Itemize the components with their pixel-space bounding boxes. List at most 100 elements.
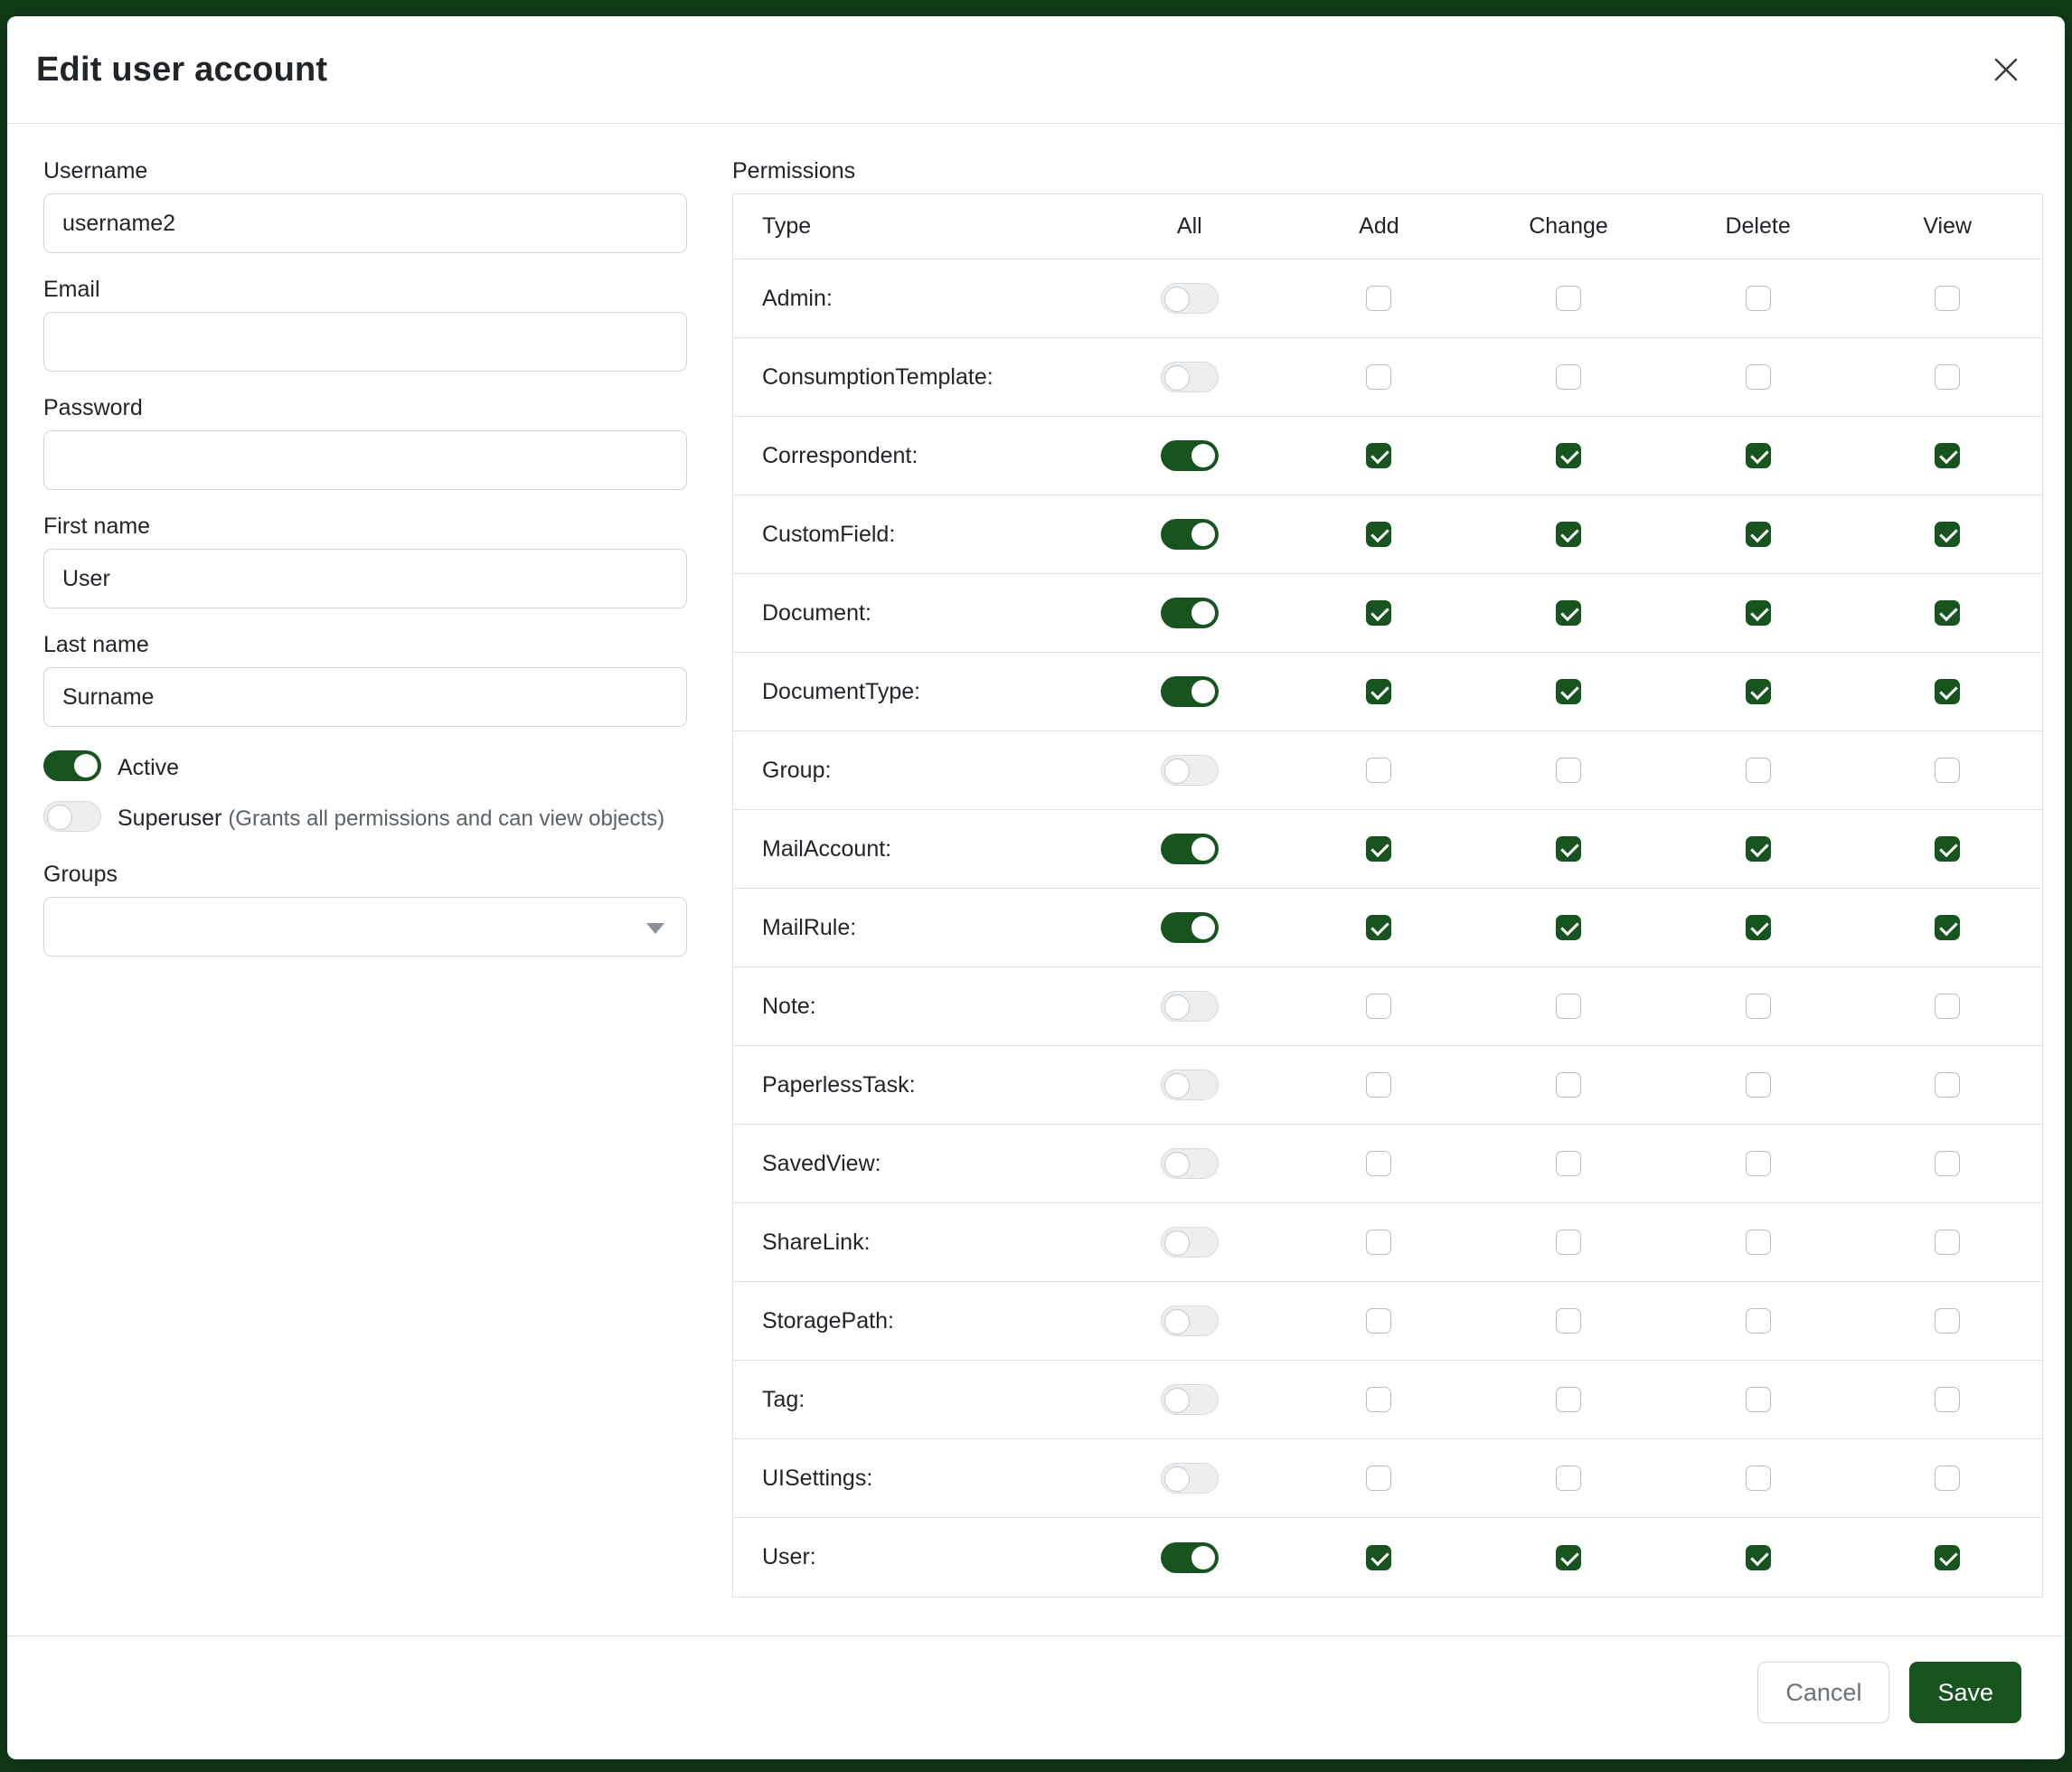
permission-view-checkbox[interactable] <box>1935 364 1960 390</box>
permission-delete-checkbox[interactable] <box>1746 522 1771 547</box>
permission-delete-checkbox[interactable] <box>1746 915 1771 940</box>
cancel-button[interactable]: Cancel <box>1757 1662 1889 1723</box>
permission-change-checkbox[interactable] <box>1556 364 1581 390</box>
email-group: Email <box>43 277 687 372</box>
permission-view-checkbox[interactable] <box>1935 1387 1960 1412</box>
dialog-title: Edit user account <box>36 51 327 90</box>
permission-view-checkbox[interactable] <box>1935 1230 1960 1255</box>
permission-add-checkbox[interactable] <box>1366 1545 1391 1570</box>
superuser-toggle[interactable] <box>43 801 101 832</box>
permission-delete-checkbox[interactable] <box>1746 1151 1771 1176</box>
permission-all-toggle[interactable] <box>1161 440 1219 471</box>
first-name-input[interactable] <box>43 549 687 608</box>
permission-all-toggle[interactable] <box>1161 1542 1219 1573</box>
permission-change-checkbox[interactable] <box>1556 1072 1581 1098</box>
permission-add-checkbox[interactable] <box>1366 1387 1391 1412</box>
permission-all-toggle[interactable] <box>1161 1384 1219 1415</box>
username-input[interactable] <box>43 193 687 253</box>
permission-delete-checkbox[interactable] <box>1746 364 1771 390</box>
permission-all-toggle[interactable] <box>1161 1227 1219 1258</box>
permission-all-toggle[interactable] <box>1161 912 1219 943</box>
permission-view-checkbox[interactable] <box>1935 1545 1960 1570</box>
permission-all-toggle[interactable] <box>1161 1148 1219 1179</box>
permission-add-checkbox[interactable] <box>1366 443 1391 468</box>
permission-delete-checkbox[interactable] <box>1746 836 1771 862</box>
permission-add-checkbox[interactable] <box>1366 600 1391 626</box>
permission-view-checkbox[interactable] <box>1935 994 1960 1019</box>
permission-view-checkbox[interactable] <box>1935 1151 1960 1176</box>
permission-all-toggle[interactable] <box>1161 283 1219 314</box>
permission-all-toggle[interactable] <box>1161 834 1219 864</box>
permission-add-checkbox[interactable] <box>1366 522 1391 547</box>
permission-add-checkbox[interactable] <box>1366 286 1391 311</box>
permission-add-checkbox[interactable] <box>1366 364 1391 390</box>
permission-delete-checkbox[interactable] <box>1746 758 1771 783</box>
permission-add-checkbox[interactable] <box>1366 1151 1391 1176</box>
save-button[interactable]: Save <box>1909 1662 2021 1723</box>
permission-view-checkbox[interactable] <box>1935 679 1960 704</box>
permission-all-toggle[interactable] <box>1161 519 1219 550</box>
permission-delete-checkbox[interactable] <box>1746 443 1771 468</box>
permission-add-checkbox[interactable] <box>1366 679 1391 704</box>
permission-view-checkbox[interactable] <box>1935 443 1960 468</box>
permission-add-checkbox[interactable] <box>1366 758 1391 783</box>
permission-all-toggle[interactable] <box>1161 1070 1219 1100</box>
permission-view-checkbox[interactable] <box>1935 1072 1960 1098</box>
permission-all-toggle[interactable] <box>1161 1305 1219 1336</box>
permission-view-checkbox[interactable] <box>1935 1308 1960 1334</box>
username-label: Username <box>43 158 687 184</box>
permission-change-checkbox[interactable] <box>1556 286 1581 311</box>
permission-change-checkbox[interactable] <box>1556 1151 1581 1176</box>
groups-select[interactable] <box>43 897 687 957</box>
permission-view-checkbox[interactable] <box>1935 286 1960 311</box>
permission-delete-checkbox[interactable] <box>1746 994 1771 1019</box>
permission-change-checkbox[interactable] <box>1556 1230 1581 1255</box>
permission-view-checkbox[interactable] <box>1935 522 1960 547</box>
permission-all-toggle[interactable] <box>1161 1463 1219 1494</box>
permission-change-checkbox[interactable] <box>1556 1387 1581 1412</box>
permission-add-checkbox[interactable] <box>1366 915 1391 940</box>
permission-all-toggle[interactable] <box>1161 676 1219 707</box>
permission-change-checkbox[interactable] <box>1556 679 1581 704</box>
permission-all-toggle[interactable] <box>1161 598 1219 628</box>
permission-add-checkbox[interactable] <box>1366 836 1391 862</box>
permission-view-checkbox[interactable] <box>1935 1466 1960 1491</box>
permission-delete-checkbox[interactable] <box>1746 1308 1771 1334</box>
close-button[interactable] <box>1983 47 2029 92</box>
permission-delete-checkbox[interactable] <box>1746 1230 1771 1255</box>
permission-all-toggle[interactable] <box>1161 755 1219 786</box>
permission-add-checkbox[interactable] <box>1366 1466 1391 1491</box>
permission-add-checkbox[interactable] <box>1366 1072 1391 1098</box>
permission-change-checkbox[interactable] <box>1556 1466 1581 1491</box>
permission-view-checkbox[interactable] <box>1935 758 1960 783</box>
permission-all-toggle[interactable] <box>1161 991 1219 1022</box>
permission-delete-checkbox[interactable] <box>1746 1387 1771 1412</box>
permission-delete-checkbox[interactable] <box>1746 286 1771 311</box>
permission-change-checkbox[interactable] <box>1556 600 1581 626</box>
permission-delete-checkbox[interactable] <box>1746 679 1771 704</box>
permission-all-toggle[interactable] <box>1161 362 1219 392</box>
permission-delete-checkbox[interactable] <box>1746 600 1771 626</box>
permission-change-checkbox[interactable] <box>1556 915 1581 940</box>
permission-change-checkbox[interactable] <box>1556 994 1581 1019</box>
last-name-input[interactable] <box>43 667 687 727</box>
permission-change-checkbox[interactable] <box>1556 758 1581 783</box>
permission-delete-checkbox[interactable] <box>1746 1545 1771 1570</box>
permission-add-checkbox[interactable] <box>1366 994 1391 1019</box>
password-input[interactable] <box>43 430 687 490</box>
permission-add-checkbox[interactable] <box>1366 1308 1391 1334</box>
permission-change-checkbox[interactable] <box>1556 836 1581 862</box>
permission-delete-checkbox[interactable] <box>1746 1072 1771 1098</box>
permission-view-checkbox[interactable] <box>1935 915 1960 940</box>
permission-add-checkbox[interactable] <box>1366 1230 1391 1255</box>
permission-change-checkbox[interactable] <box>1556 522 1581 547</box>
email-input[interactable] <box>43 312 687 372</box>
permission-view-checkbox[interactable] <box>1935 836 1960 862</box>
permission-change-checkbox[interactable] <box>1556 1545 1581 1570</box>
active-toggle[interactable] <box>43 750 101 781</box>
permission-change-checkbox[interactable] <box>1556 1308 1581 1334</box>
permission-view-checkbox[interactable] <box>1935 600 1960 626</box>
permission-delete-checkbox[interactable] <box>1746 1466 1771 1491</box>
permission-change-checkbox[interactable] <box>1556 443 1581 468</box>
permissions-label: Permissions <box>732 158 2043 184</box>
